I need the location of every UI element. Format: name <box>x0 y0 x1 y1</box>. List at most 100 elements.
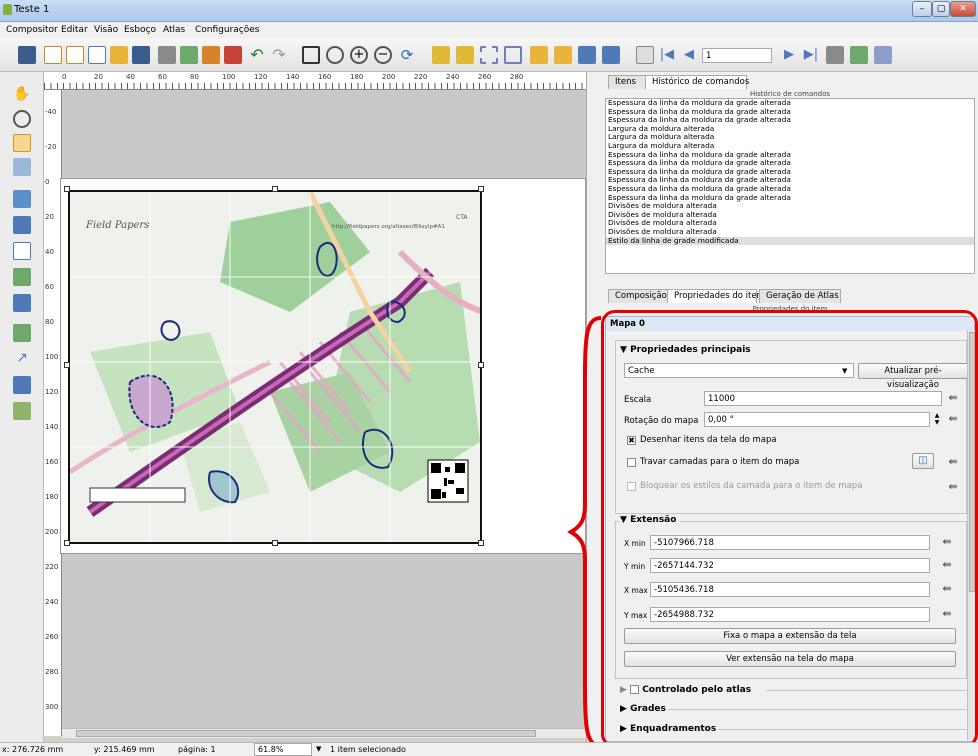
menu-configuracoes[interactable]: Configurações <box>195 25 259 35</box>
next-feature-icon[interactable]: ▶ <box>780 46 798 64</box>
selection-status: 1 item selecionado <box>330 745 406 754</box>
selection-handle[interactable] <box>478 186 484 192</box>
selection-handle[interactable] <box>64 540 70 546</box>
add-legend-icon[interactable] <box>13 268 31 286</box>
red-highlight-box <box>601 310 978 748</box>
add-scalebar-icon[interactable] <box>13 294 31 312</box>
ruler-tick: 120 <box>45 388 59 396</box>
horizontal-ruler: 0 20 40 60 80 100 120 140 160 180 200 22… <box>44 72 586 90</box>
new-composer-icon[interactable] <box>44 46 62 64</box>
align-icon[interactable] <box>578 46 596 64</box>
ruler-tick: 240 <box>446 73 460 81</box>
map-item[interactable]: Field Papers CTA http://fieldpapers.org/… <box>68 190 482 544</box>
ruler-tick: 0 <box>45 178 50 186</box>
ruler-tick: -20 <box>45 143 57 151</box>
selection-handle[interactable] <box>478 540 484 546</box>
export-svg-icon[interactable] <box>202 46 220 64</box>
selection-handle[interactable] <box>478 362 484 368</box>
minimize-button[interactable]: – <box>912 1 932 17</box>
add-image-icon[interactable] <box>13 216 31 234</box>
tab-items[interactable]: Itens <box>608 75 646 89</box>
ruler-tick: 240 <box>45 598 59 606</box>
align-left-icon[interactable] <box>602 46 620 64</box>
first-feature-icon[interactable]: |◀ <box>658 46 676 64</box>
refresh-icon[interactable]: ⟳ <box>398 46 416 64</box>
export-pdf-icon[interactable] <box>224 46 242 64</box>
zoom-full-icon[interactable] <box>302 46 320 64</box>
close-button[interactable]: ✕ <box>950 1 976 17</box>
redo-icon[interactable]: ↷ <box>270 46 288 64</box>
history-entry-selected[interactable]: Estilo da linha de grade modificada <box>606 236 974 246</box>
atlas-preview-icon[interactable] <box>636 46 654 64</box>
ruler-tick: 100 <box>45 353 59 361</box>
selection-handle[interactable] <box>64 186 70 192</box>
history-list[interactable]: Espessura da linha da moldura da grade a… <box>605 98 975 274</box>
add-map-icon[interactable] <box>13 190 31 208</box>
zoom-select[interactable]: 61.8% <box>254 743 312 756</box>
selection-handle[interactable] <box>64 362 70 368</box>
ruler-tick: 280 <box>510 73 524 81</box>
last-feature-icon[interactable]: ▶| <box>802 46 820 64</box>
export-image-icon[interactable] <box>180 46 198 64</box>
menu-editar[interactable]: Editar <box>61 25 88 35</box>
maximize-button[interactable]: ▢ <box>932 1 950 17</box>
zoom-in-icon[interactable]: + <box>350 46 368 64</box>
add-shape-icon[interactable] <box>13 324 31 342</box>
ruler-tick: 0 <box>62 73 67 81</box>
unlock-items-icon[interactable] <box>456 46 474 64</box>
prev-feature-icon[interactable]: ◀ <box>680 46 698 64</box>
ruler-tick: 40 <box>45 248 54 256</box>
selection-handle[interactable] <box>272 186 278 192</box>
menu-esboco[interactable]: Esboço <box>124 25 156 35</box>
ruler-tick: 180 <box>350 73 364 81</box>
print-atlas-icon[interactable] <box>826 46 844 64</box>
select-move-icon[interactable] <box>13 134 31 152</box>
horizontal-scrollbar[interactable] <box>62 728 586 738</box>
status-bar: x: 276.726 mm y: 215.469 mm página: 1 61… <box>0 742 978 756</box>
add-html-icon[interactable] <box>13 402 31 420</box>
tab-atlas-generation[interactable]: Geração de Atlas <box>759 289 841 303</box>
composer-manager-icon[interactable] <box>88 46 106 64</box>
ruler-tick: 40 <box>126 73 135 81</box>
lower-icon[interactable] <box>554 46 572 64</box>
ruler-tick: 260 <box>45 633 59 641</box>
atlas-settings-icon[interactable] <box>874 46 892 64</box>
save-icon[interactable] <box>18 46 36 64</box>
scrollbar-thumb[interactable] <box>76 730 536 737</box>
tab-composition[interactable]: Composição <box>608 289 668 303</box>
ruler-tick: 280 <box>45 668 59 676</box>
tab-item-properties[interactable]: Propriedades do item <box>667 289 765 303</box>
ruler-tick: 220 <box>45 563 59 571</box>
add-label-icon[interactable] <box>13 242 31 260</box>
lock-items-icon[interactable] <box>432 46 450 64</box>
selection-handle[interactable] <box>272 540 278 546</box>
zoom-out-icon[interactable]: − <box>374 46 392 64</box>
undo-icon[interactable]: ↶ <box>248 46 266 64</box>
ungroup-icon[interactable] <box>504 46 522 64</box>
add-table-icon[interactable] <box>13 376 31 394</box>
export-atlas-icon[interactable] <box>850 46 868 64</box>
move-content-icon[interactable] <box>13 158 31 176</box>
chevron-down-icon[interactable]: ▼ <box>316 745 321 753</box>
group-icon[interactable] <box>480 46 498 64</box>
ruler-tick: 140 <box>286 73 300 81</box>
cursor-y: y: 215.469 mm <box>94 745 155 754</box>
menu-compositor[interactable]: Compositor <box>6 25 58 35</box>
map-rendering <box>70 192 480 542</box>
ruler-ticks-decor <box>44 83 586 89</box>
print-icon[interactable] <box>158 46 176 64</box>
menu-visao[interactable]: Visão <box>94 25 118 35</box>
raise-icon[interactable] <box>530 46 548 64</box>
menu-atlas[interactable]: Atlas <box>163 25 185 35</box>
save-template-icon[interactable] <box>132 46 150 64</box>
atlas-page-input[interactable]: 1 <box>702 48 772 63</box>
zoom-tool-icon[interactable] <box>13 110 31 128</box>
tab-command-history[interactable]: Histórico de comandos <box>645 75 749 89</box>
ruler-tick: 20 <box>94 73 103 81</box>
pan-icon[interactable]: ✋ <box>13 86 31 104</box>
duplicate-composer-icon[interactable] <box>66 46 84 64</box>
add-arrow-icon[interactable]: ↗ <box>13 350 31 368</box>
ruler-tick: 100 <box>222 73 236 81</box>
zoom-100-icon[interactable] <box>326 46 344 64</box>
open-template-icon[interactable] <box>110 46 128 64</box>
